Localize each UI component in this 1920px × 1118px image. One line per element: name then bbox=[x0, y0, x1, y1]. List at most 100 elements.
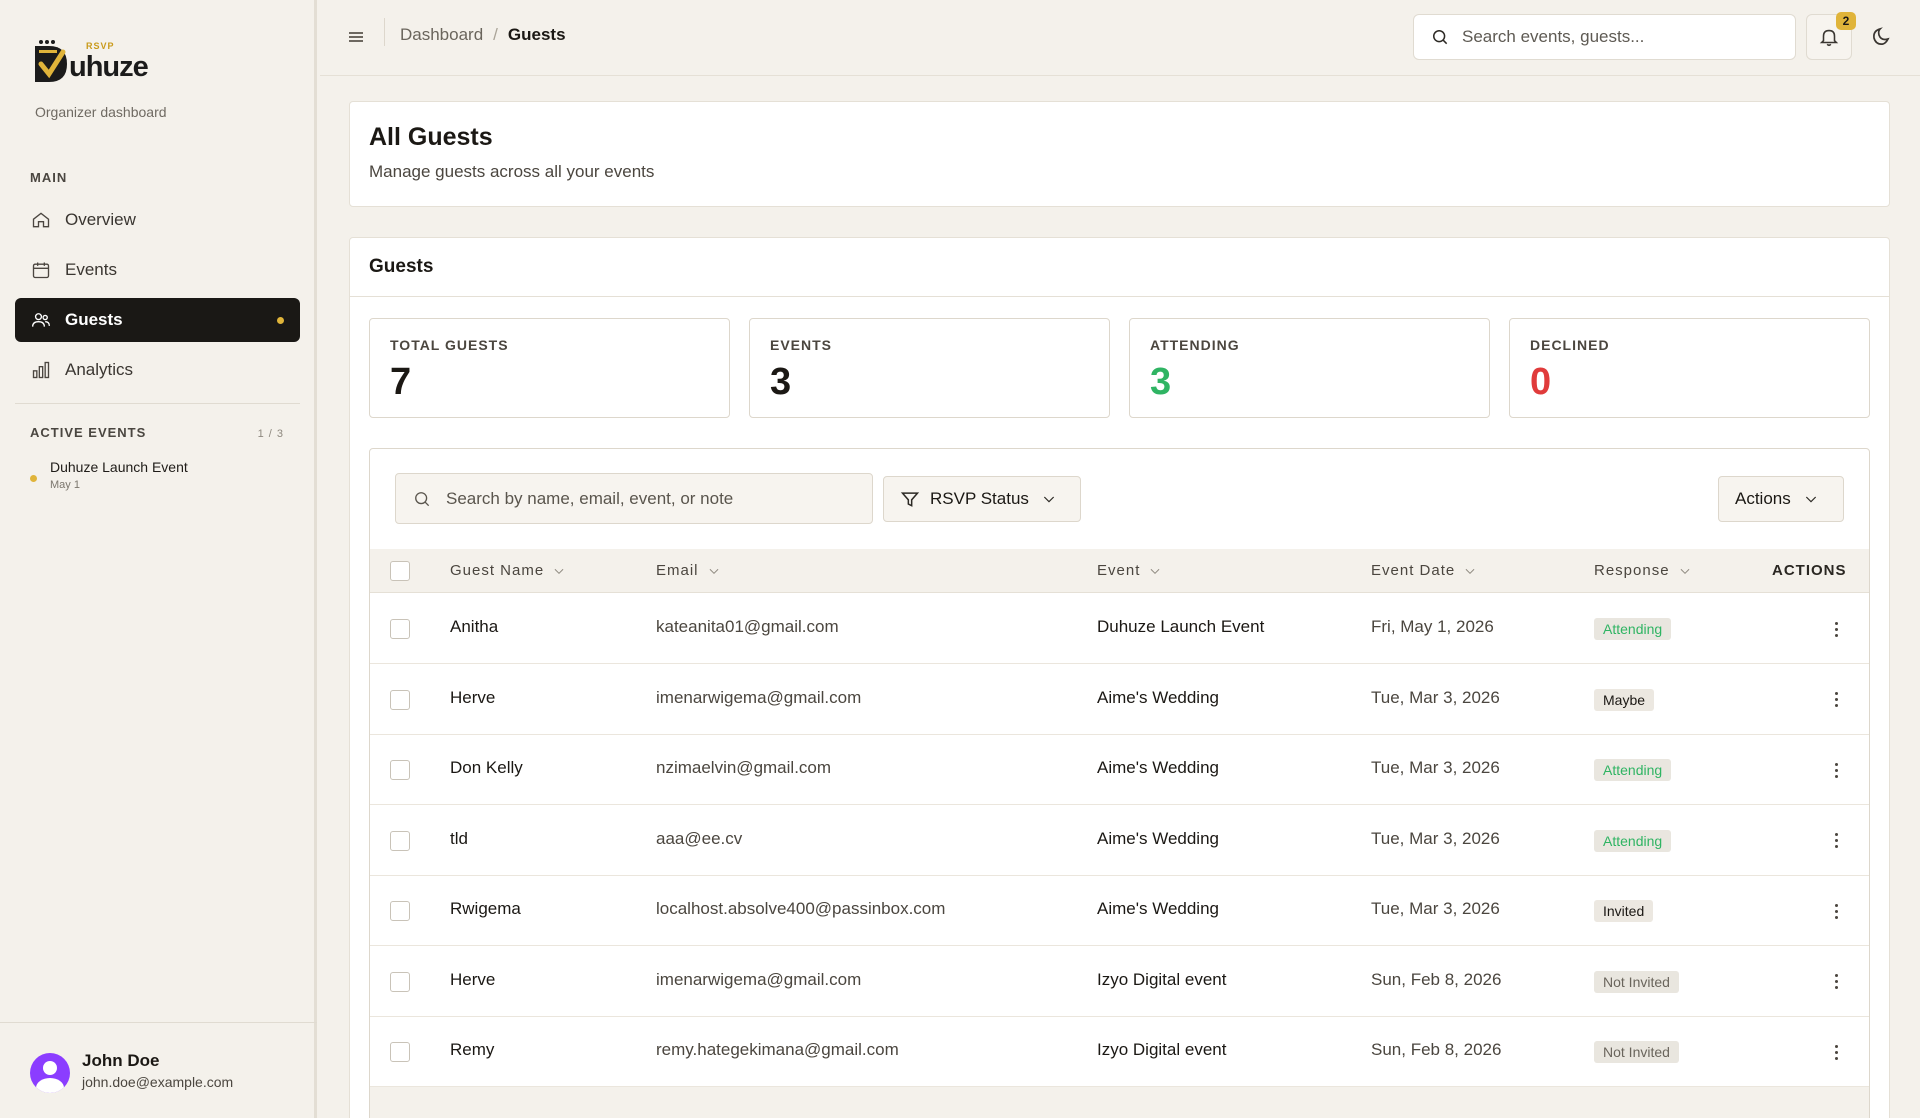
column-label: Guest Name bbox=[450, 562, 545, 579]
table-row[interactable]: tld aaa@ee.cv Aime's Wedding Tue, Mar 3, 20… bbox=[370, 805, 1869, 876]
top-bar: Dashboard / Guests 2 bbox=[320, 0, 1920, 76]
breadcrumb: Dashboard / Guests bbox=[400, 25, 566, 45]
column-label: Response bbox=[1594, 562, 1670, 579]
sidebar-item-analytics[interactable]: Analytics bbox=[15, 348, 300, 392]
sidebar: uhuze RSVP Organizer dashboard MAIN Over… bbox=[0, 0, 317, 1118]
bar-chart-icon bbox=[32, 361, 50, 379]
brand-name: uhuze bbox=[69, 51, 149, 83]
guest-search-input[interactable] bbox=[446, 488, 866, 509]
sidebar-item-label: Events bbox=[65, 260, 117, 279]
guest-event: Duhuze Launch Event bbox=[1097, 617, 1265, 636]
breadcrumb-current: Guests bbox=[507, 25, 566, 44]
column-header-event[interactable]: Event bbox=[1097, 562, 1162, 579]
actions-label: Actions bbox=[1735, 489, 1791, 508]
chevron-down-icon bbox=[1680, 568, 1689, 574]
stat-value: 3 bbox=[1150, 361, 1172, 403]
dashboard-subtitle: Organizer dashboard bbox=[35, 104, 167, 120]
row-more-options-button[interactable] bbox=[1826, 618, 1846, 640]
event-date: Tue, Mar 3, 2026 bbox=[1371, 758, 1500, 777]
global-search-input[interactable] bbox=[1462, 27, 1782, 47]
sidebar-item-overview[interactable]: Overview bbox=[15, 198, 300, 242]
page-subtitle: Manage guests across all your events bbox=[369, 162, 655, 181]
column-header-event-date[interactable]: Event Date bbox=[1371, 562, 1477, 579]
row-more-options-button[interactable] bbox=[1826, 900, 1846, 922]
rsvp-status-filter[interactable]: RSVP Status bbox=[883, 476, 1081, 522]
stat-value: 7 bbox=[390, 361, 412, 403]
theme-toggle-button[interactable] bbox=[1869, 25, 1893, 49]
event-date: Sun, Feb 8, 2026 bbox=[1371, 1040, 1502, 1059]
guest-name: Herve bbox=[450, 687, 496, 707]
users-icon bbox=[32, 313, 50, 327]
chevron-down-icon bbox=[1465, 568, 1475, 574]
table-row[interactable]: Remy remy.hategekimana@gmail.com Izyo Digi… bbox=[370, 1017, 1869, 1087]
row-checkbox[interactable] bbox=[390, 1042, 410, 1062]
row-checkbox[interactable] bbox=[390, 901, 410, 921]
column-header-response[interactable]: Response bbox=[1594, 562, 1692, 579]
stat-events: EVENTS 3 bbox=[749, 318, 1110, 418]
guest-email: localhost.absolve400@passinbox.com bbox=[656, 899, 946, 918]
response-badge: Attending bbox=[1594, 829, 1672, 852]
table-row[interactable]: Don Kelly nzimaelvin@gmail.com Aime's Wedd… bbox=[370, 735, 1869, 805]
table-row[interactable]: Anitha kateanita01@gmail.com Duhuze Launch… bbox=[370, 594, 1869, 664]
sidebar-item-events[interactable]: Events bbox=[15, 248, 300, 292]
row-more-options-button[interactable] bbox=[1826, 759, 1846, 781]
column-header-guest-name[interactable]: Guest Name bbox=[450, 562, 566, 579]
stat-label: EVENTS bbox=[770, 337, 833, 353]
row-more-options-button[interactable] bbox=[1826, 689, 1846, 711]
response-badge: Not Invited bbox=[1594, 1041, 1679, 1063]
column-label: Event bbox=[1097, 562, 1141, 579]
event-date: Fri, May 1, 2026 bbox=[1371, 617, 1494, 636]
guest-email: aaa@ee.cv bbox=[656, 828, 743, 848]
row-more-options-button[interactable] bbox=[1826, 971, 1846, 993]
guest-name: Herve bbox=[450, 969, 496, 989]
guest-name: Rwigema bbox=[450, 899, 521, 918]
sidebar-divider bbox=[15, 403, 300, 404]
home-icon bbox=[32, 212, 50, 228]
guest-email: imenarwigema@gmail.com bbox=[656, 969, 862, 989]
guest-event: Aime's Wedding bbox=[1097, 758, 1219, 777]
row-more-options-button[interactable] bbox=[1826, 830, 1846, 852]
global-search[interactable] bbox=[1413, 14, 1796, 60]
guest-name: Don Kelly bbox=[450, 758, 523, 777]
guest-email: nzimaelvin@gmail.com bbox=[656, 758, 832, 777]
column-label: Email bbox=[656, 562, 699, 579]
row-checkbox[interactable] bbox=[390, 619, 410, 639]
table-row[interactable]: Rwigema localhost.absolve400@passinbox.co… bbox=[370, 876, 1869, 946]
row-checkbox[interactable] bbox=[390, 830, 410, 851]
event-date: Tue, Mar 3, 2026 bbox=[1371, 687, 1500, 707]
guests-card-heading: Guests bbox=[369, 256, 434, 277]
notification-count-badge: 2 bbox=[1836, 12, 1856, 30]
table-row[interactable]: Herve imenarwigema@gmail.com Izyo Digital … bbox=[370, 946, 1869, 1017]
row-checkbox[interactable] bbox=[390, 689, 410, 710]
column-header-email[interactable]: Email bbox=[656, 562, 721, 579]
column-label: Event Date bbox=[1371, 562, 1456, 579]
stat-attending: ATTENDING 3 bbox=[1129, 318, 1490, 418]
stat-value: 0 bbox=[1530, 361, 1552, 403]
table-footer bbox=[370, 1087, 1869, 1118]
table-row[interactable]: Herve imenarwigema@gmail.com Aime's Weddin… bbox=[370, 664, 1869, 735]
guest-event: Izyo Digital event bbox=[1097, 1040, 1227, 1059]
guest-email: kateanita01@gmail.com bbox=[656, 617, 839, 636]
chevron-down-icon bbox=[1805, 496, 1816, 503]
row-more-options-button[interactable] bbox=[1826, 1041, 1846, 1063]
moon-icon bbox=[1873, 27, 1890, 45]
response-badge: Maybe bbox=[1594, 688, 1655, 711]
guest-event: Aime's Wedding bbox=[1097, 828, 1219, 848]
response-badge: Invited bbox=[1594, 900, 1654, 922]
event-date: Sun, Feb 8, 2026 bbox=[1371, 969, 1502, 989]
stat-label: TOTAL GUESTS bbox=[390, 337, 509, 353]
stat-total-guests: TOTAL GUESTS 7 bbox=[369, 318, 730, 418]
page-title: All Guests bbox=[369, 123, 493, 151]
breadcrumb-dashboard-link[interactable]: Dashboard bbox=[400, 25, 483, 45]
menu-toggle-button[interactable] bbox=[345, 26, 367, 48]
guest-search[interactable] bbox=[395, 473, 873, 524]
logo-mark-icon bbox=[33, 38, 71, 86]
select-all-checkbox[interactable] bbox=[390, 561, 410, 581]
sidebar-item-guests[interactable]: Guests bbox=[15, 298, 300, 342]
actions-dropdown-button[interactable]: Actions bbox=[1718, 476, 1844, 522]
user-email: john.doe@example.com bbox=[82, 1074, 234, 1090]
row-checkbox[interactable] bbox=[390, 760, 410, 780]
sidebar-item-label: Guests bbox=[65, 310, 123, 329]
user-profile[interactable]: John Doe john.doe@example.com bbox=[0, 1022, 317, 1118]
row-checkbox[interactable] bbox=[390, 971, 410, 992]
